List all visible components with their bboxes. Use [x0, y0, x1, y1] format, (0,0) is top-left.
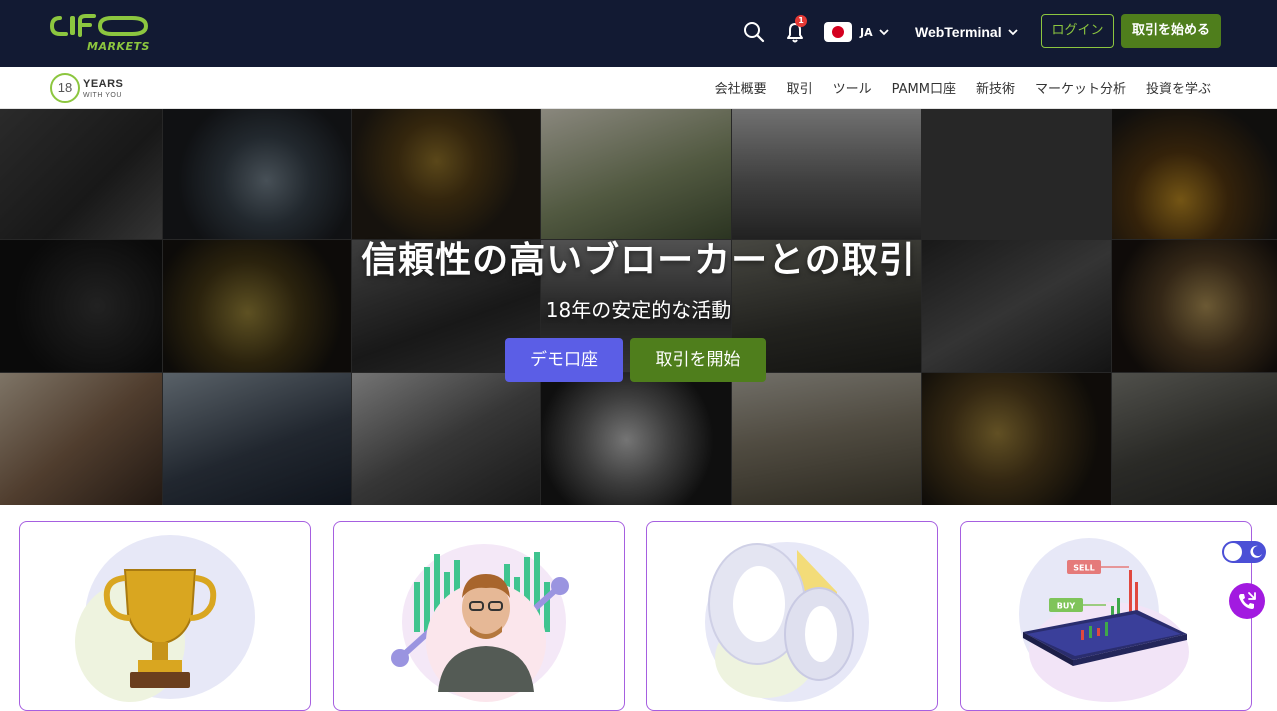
language-selector[interactable]: JA [824, 20, 889, 44]
start-trading-button[interactable]: 取引を始める [1121, 14, 1221, 48]
feature-card-trophy[interactable] [19, 521, 311, 711]
toggle-knob [1224, 543, 1242, 561]
top-bar: MARKETS 1 JA WebTerminal ログイン 取引を始める [0, 0, 1277, 67]
nav-item-technology[interactable]: 新技術 [976, 78, 1015, 97]
nav-item-tools[interactable]: ツール [833, 78, 872, 97]
feature-card-trading-phone[interactable]: SELL BUY [960, 521, 1252, 711]
years-label: YEARS [83, 77, 124, 90]
sell-label: SELL [1073, 564, 1094, 573]
chevron-down-icon [1007, 29, 1018, 36]
demo-account-button[interactable]: デモ口座 [505, 338, 623, 382]
hero-title: 信頼性の高いブローカーとの取引 [361, 240, 916, 281]
nav-item-analysis[interactable]: マーケット分析 [1035, 78, 1126, 97]
phone-icon [1239, 592, 1256, 609]
search-icon[interactable] [742, 20, 766, 44]
feature-card-zero[interactable] [646, 521, 938, 711]
years-sub-label: WITH YOU [83, 91, 122, 99]
notification-badge: 1 [795, 15, 807, 27]
nav-item-trading[interactable]: 取引 [787, 78, 813, 97]
webterminal-label: WebTerminal [915, 24, 1002, 40]
moon-icon [1250, 545, 1262, 558]
language-code: JA [860, 25, 873, 39]
zero-fee-illustration [705, 542, 869, 702]
nav-item-company[interactable]: 会社概要 [715, 78, 767, 97]
login-button[interactable]: ログイン [1041, 14, 1114, 48]
hero-subtitle: 18年の安定的な活動 [545, 298, 732, 322]
analyst-illustration [391, 544, 569, 702]
main-nav: 18 YEARS WITH YOU 会社概要 取引 ツール PAMM口座 新技術… [0, 67, 1277, 109]
logo-subtitle: MARKETS [87, 40, 150, 53]
webterminal-dropdown[interactable]: WebTerminal [915, 20, 1018, 44]
years-number: 18 [50, 73, 80, 103]
trading-phone-illustration: SELL BUY [1019, 538, 1189, 702]
nav-menu: 会社概要 取引 ツール PAMM口座 新技術 マーケット分析 投資を学ぶ [715, 67, 1211, 108]
dark-mode-toggle[interactable] [1222, 541, 1266, 563]
nav-item-education[interactable]: 投資を学ぶ [1146, 78, 1211, 97]
japan-flag-icon [824, 22, 852, 42]
nav-item-pamm[interactable]: PAMM口座 [892, 78, 956, 97]
start-trading-hero-button[interactable]: 取引を開始 [630, 338, 766, 382]
chevron-down-icon [878, 29, 889, 36]
trophy-illustration [75, 535, 255, 702]
callback-button[interactable] [1229, 583, 1265, 619]
hero-section: 信頼性の高いブローカーとの取引 18年の安定的な活動 デモ口座 取引を開始 [0, 109, 1277, 505]
feature-card-analyst[interactable] [333, 521, 625, 711]
years-badge[interactable]: 18 YEARS WITH YOU [50, 70, 123, 106]
buy-label: BUY [1057, 602, 1076, 611]
